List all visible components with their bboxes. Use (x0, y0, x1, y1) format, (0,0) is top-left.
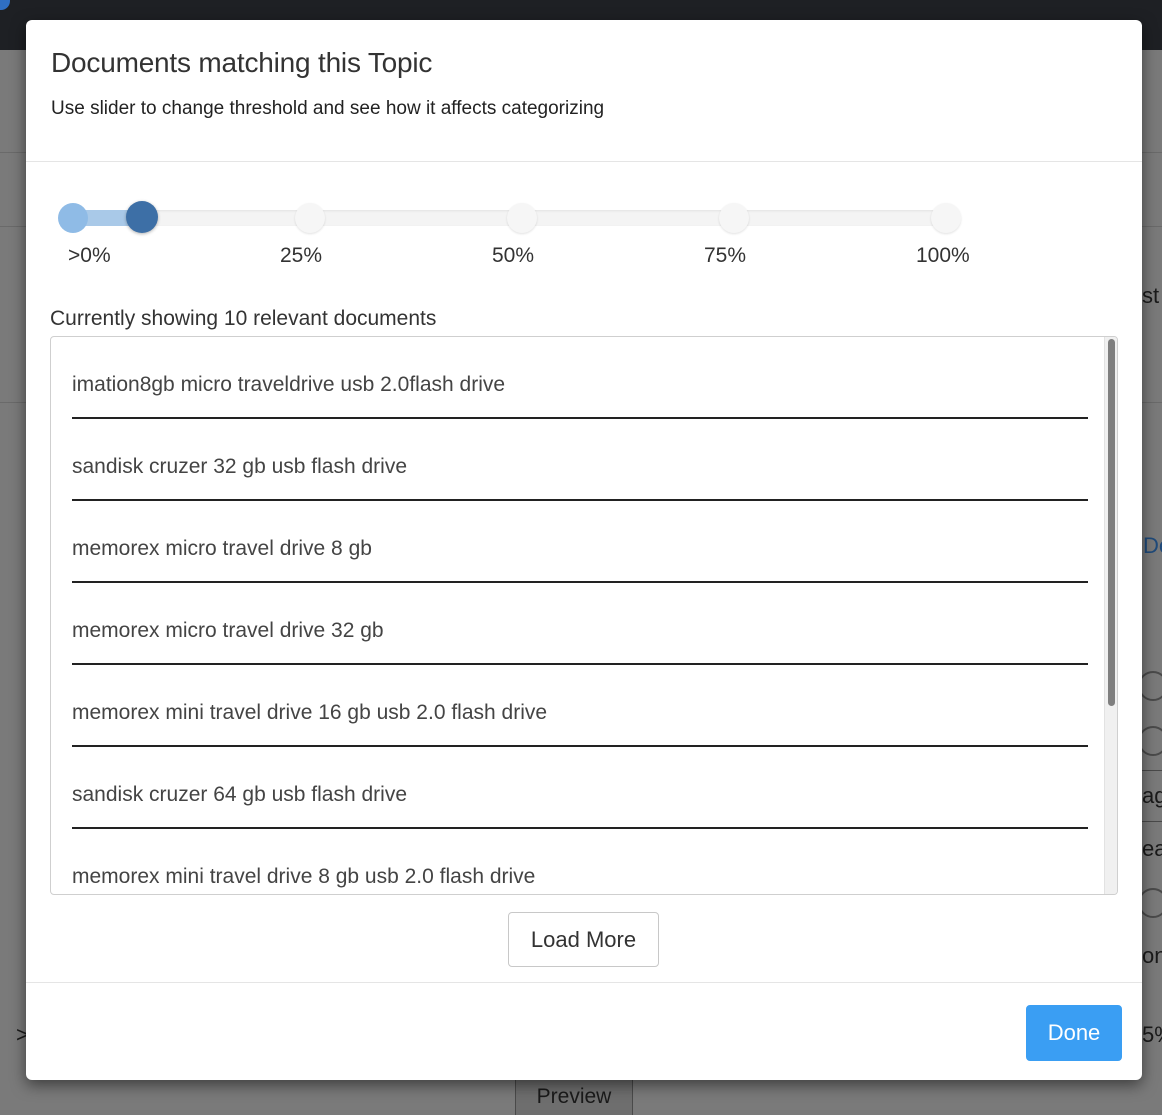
modal-header: Documents matching this Topic Use slider… (26, 20, 1142, 162)
document-count-text: Currently showing 10 relevant documents (50, 307, 437, 330)
done-button[interactable]: Done (1026, 1005, 1122, 1061)
list-scrollbar[interactable] (1104, 337, 1117, 894)
slider-tick-50[interactable] (507, 203, 537, 233)
slider-handle[interactable] (126, 201, 158, 233)
background-link-fragment: De (1143, 533, 1162, 558)
background-text-fragment: 5% (1142, 1022, 1162, 1047)
slider-label-100: 100% (916, 244, 970, 267)
list-item: memorex micro travel drive 8 gb (72, 501, 1088, 583)
list-item: imation8gb micro traveldrive usb 2.0flas… (72, 337, 1088, 419)
document-title: sandisk cruzer 32 gb usb flash drive (72, 455, 408, 478)
slider-label-25: 25% (280, 244, 323, 267)
documents-modal: Documents matching this Topic Use slider… (26, 20, 1142, 1080)
list-item: memorex mini travel drive 16 gb usb 2.0 … (72, 665, 1088, 747)
background-preview-tab: Preview (515, 1075, 633, 1115)
list-item: sandisk cruzer 64 gb usb flash drive (72, 747, 1088, 829)
modal-footer: Done (26, 982, 1142, 1080)
document-list[interactable]: imation8gb micro traveldrive usb 2.0flas… (50, 336, 1118, 895)
document-title: sandisk cruzer 64 gb usb flash drive (72, 783, 408, 806)
slider-tick-100[interactable] (931, 203, 961, 233)
background-text-fragment: ag (1142, 783, 1162, 808)
background-text-fragment: st (1142, 283, 1160, 308)
slider-tick-75[interactable] (719, 203, 749, 233)
background-text-fragment: ea (1142, 836, 1162, 861)
load-more-button[interactable]: Load More (508, 912, 659, 967)
slider-label-50: 50% (492, 244, 535, 267)
document-title: memorex mini travel drive 16 gb usb 2.0 … (72, 701, 548, 724)
list-item: sandisk cruzer 32 gb usb flash drive (72, 419, 1088, 501)
modal-title: Documents matching this Topic (51, 47, 433, 78)
slider-tick-0[interactable] (58, 203, 88, 233)
list-item: memorex micro travel drive 32 gb (72, 583, 1088, 665)
document-title: imation8gb micro traveldrive usb 2.0flas… (72, 373, 506, 396)
document-title: memorex micro travel drive 8 gb (72, 537, 372, 560)
threshold-slider[interactable]: >0% 25% 50% 75% 100% (58, 198, 970, 278)
slider-label-75: 75% (704, 244, 747, 267)
slider-label-0: >0% (68, 244, 111, 267)
document-title: memorex mini travel drive 8 gb usb 2.0 f… (72, 865, 536, 888)
modal-subtitle: Use slider to change threshold and see h… (51, 98, 605, 119)
slider-tick-25[interactable] (295, 203, 325, 233)
list-item: memorex mini travel drive 8 gb usb 2.0 f… (72, 829, 1088, 894)
slider-track[interactable] (70, 210, 940, 226)
scrollbar-thumb[interactable] (1108, 339, 1115, 706)
document-title: memorex micro travel drive 32 gb (72, 619, 384, 642)
background-text-fragment: on (1142, 943, 1162, 968)
